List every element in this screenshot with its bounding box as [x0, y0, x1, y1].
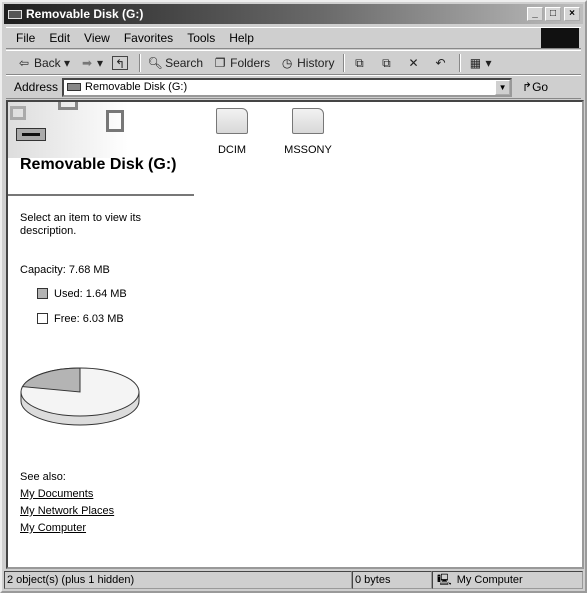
- views-button[interactable]: ▦ ▾: [467, 55, 492, 70]
- status-objects: 2 object(s) (plus 1 hidden): [4, 571, 352, 589]
- address-label: Address: [14, 80, 59, 94]
- status-bar: 2 object(s) (plus 1 hidden) 0 bytes 🖳 My …: [4, 571, 583, 591]
- folder-icon: [292, 108, 324, 134]
- delete-button[interactable]: ✕: [405, 56, 423, 70]
- move-to-button[interactable]: ⧉: [351, 56, 369, 70]
- explorer-window: Removable Disk (G:) _ □ × File Edit View…: [0, 0, 587, 593]
- windows-logo: [541, 28, 579, 48]
- window-title: Removable Disk (G:): [26, 7, 144, 21]
- folders-button[interactable]: ❐ Folders: [212, 56, 270, 70]
- copy-to-icon: ⧉: [382, 55, 391, 70]
- menu-view[interactable]: View: [84, 31, 110, 45]
- up-folder-icon: ↰: [112, 55, 129, 71]
- free-swatch: [37, 313, 48, 324]
- menu-tools[interactable]: Tools: [187, 31, 215, 45]
- link-my-computer[interactable]: My Computer: [20, 522, 86, 534]
- maximize-button[interactable]: □: [545, 7, 561, 21]
- address-bar: Address Removable Disk (G:) ▼ ↱Go: [6, 75, 581, 99]
- views-grid-icon: ▦: [469, 55, 482, 70]
- minimize-button[interactable]: _: [527, 7, 543, 21]
- toolbar: ⇦ Back ▾ ➡ ▾ ↰ 🔍︎ Search ❐ Folders ◷ History …: [6, 50, 581, 75]
- search-button[interactable]: 🔍︎ Search: [147, 56, 203, 70]
- menu-bar: File Edit View Favorites Tools Help: [6, 27, 581, 49]
- menu-edit[interactable]: Edit: [49, 31, 70, 45]
- link-my-network-places[interactable]: My Network Places: [20, 505, 114, 517]
- content-area: Removable Disk (G:) Select an item to vi…: [6, 100, 584, 569]
- folder-mssony[interactable]: MSSONY: [278, 108, 338, 156]
- close-button[interactable]: ×: [564, 7, 580, 21]
- copy-to-button[interactable]: ⧉: [378, 56, 396, 70]
- divider: [8, 194, 194, 196]
- drive-banner-image: [8, 102, 128, 158]
- history-button[interactable]: ◷ History: [279, 55, 335, 70]
- see-also-label: See also:: [20, 471, 66, 483]
- move-to-icon: ⧉: [355, 55, 364, 70]
- separator: [343, 53, 346, 72]
- folder-dcim[interactable]: DCIM: [202, 108, 262, 156]
- go-button[interactable]: ↱Go: [522, 80, 548, 94]
- separator: [139, 53, 142, 72]
- folder-icon: [216, 108, 248, 134]
- undo-button[interactable]: ↶: [432, 56, 450, 70]
- removable-drive-icon: [16, 128, 46, 141]
- forward-arrow-icon: ➡: [82, 55, 93, 70]
- address-input[interactable]: Removable Disk (G:) ▼: [62, 77, 513, 97]
- used-legend: Used: 1.64 MB: [37, 288, 127, 300]
- back-arrow-icon: ⇦: [18, 55, 30, 70]
- undo-icon: ↶: [435, 55, 446, 70]
- go-arrow-icon: ↱: [522, 80, 533, 94]
- description-hint: Select an item to view its description.: [20, 212, 142, 237]
- forward-button[interactable]: ➡ ▾: [79, 56, 103, 70]
- free-legend: Free: 6.03 MB: [37, 313, 124, 325]
- search-icon: 🔍︎: [147, 55, 163, 70]
- separator: [459, 53, 462, 72]
- menu-favorites[interactable]: Favorites: [124, 31, 173, 45]
- history-icon: ◷: [281, 55, 293, 70]
- menu-file[interactable]: File: [16, 31, 35, 45]
- status-size: 0 bytes: [352, 571, 432, 589]
- address-dropdown-button[interactable]: ▼: [495, 79, 511, 95]
- back-button[interactable]: ⇦ Back ▾: [16, 56, 70, 70]
- menu-help[interactable]: Help: [229, 31, 254, 45]
- folders-icon: ❐: [214, 55, 226, 70]
- my-computer-icon: 🖳: [437, 574, 452, 586]
- web-view-pane: Removable Disk (G:) Select an item to vi…: [8, 102, 194, 567]
- delete-x-icon: ✕: [408, 55, 419, 70]
- status-zone: 🖳 My Computer: [432, 571, 583, 589]
- disk-usage-pie: [20, 367, 140, 426]
- link-my-documents[interactable]: My Documents: [20, 488, 93, 500]
- drive-title: Removable Disk (G:): [20, 156, 177, 173]
- title-bar[interactable]: Removable Disk (G:) _ □ ×: [4, 4, 583, 24]
- up-folder-button[interactable]: ↰: [112, 55, 130, 71]
- drive-icon: [8, 9, 22, 19]
- capacity-text: Capacity: 7.68 MB: [20, 264, 110, 276]
- used-swatch: [37, 288, 48, 299]
- drive-icon: [67, 83, 82, 91]
